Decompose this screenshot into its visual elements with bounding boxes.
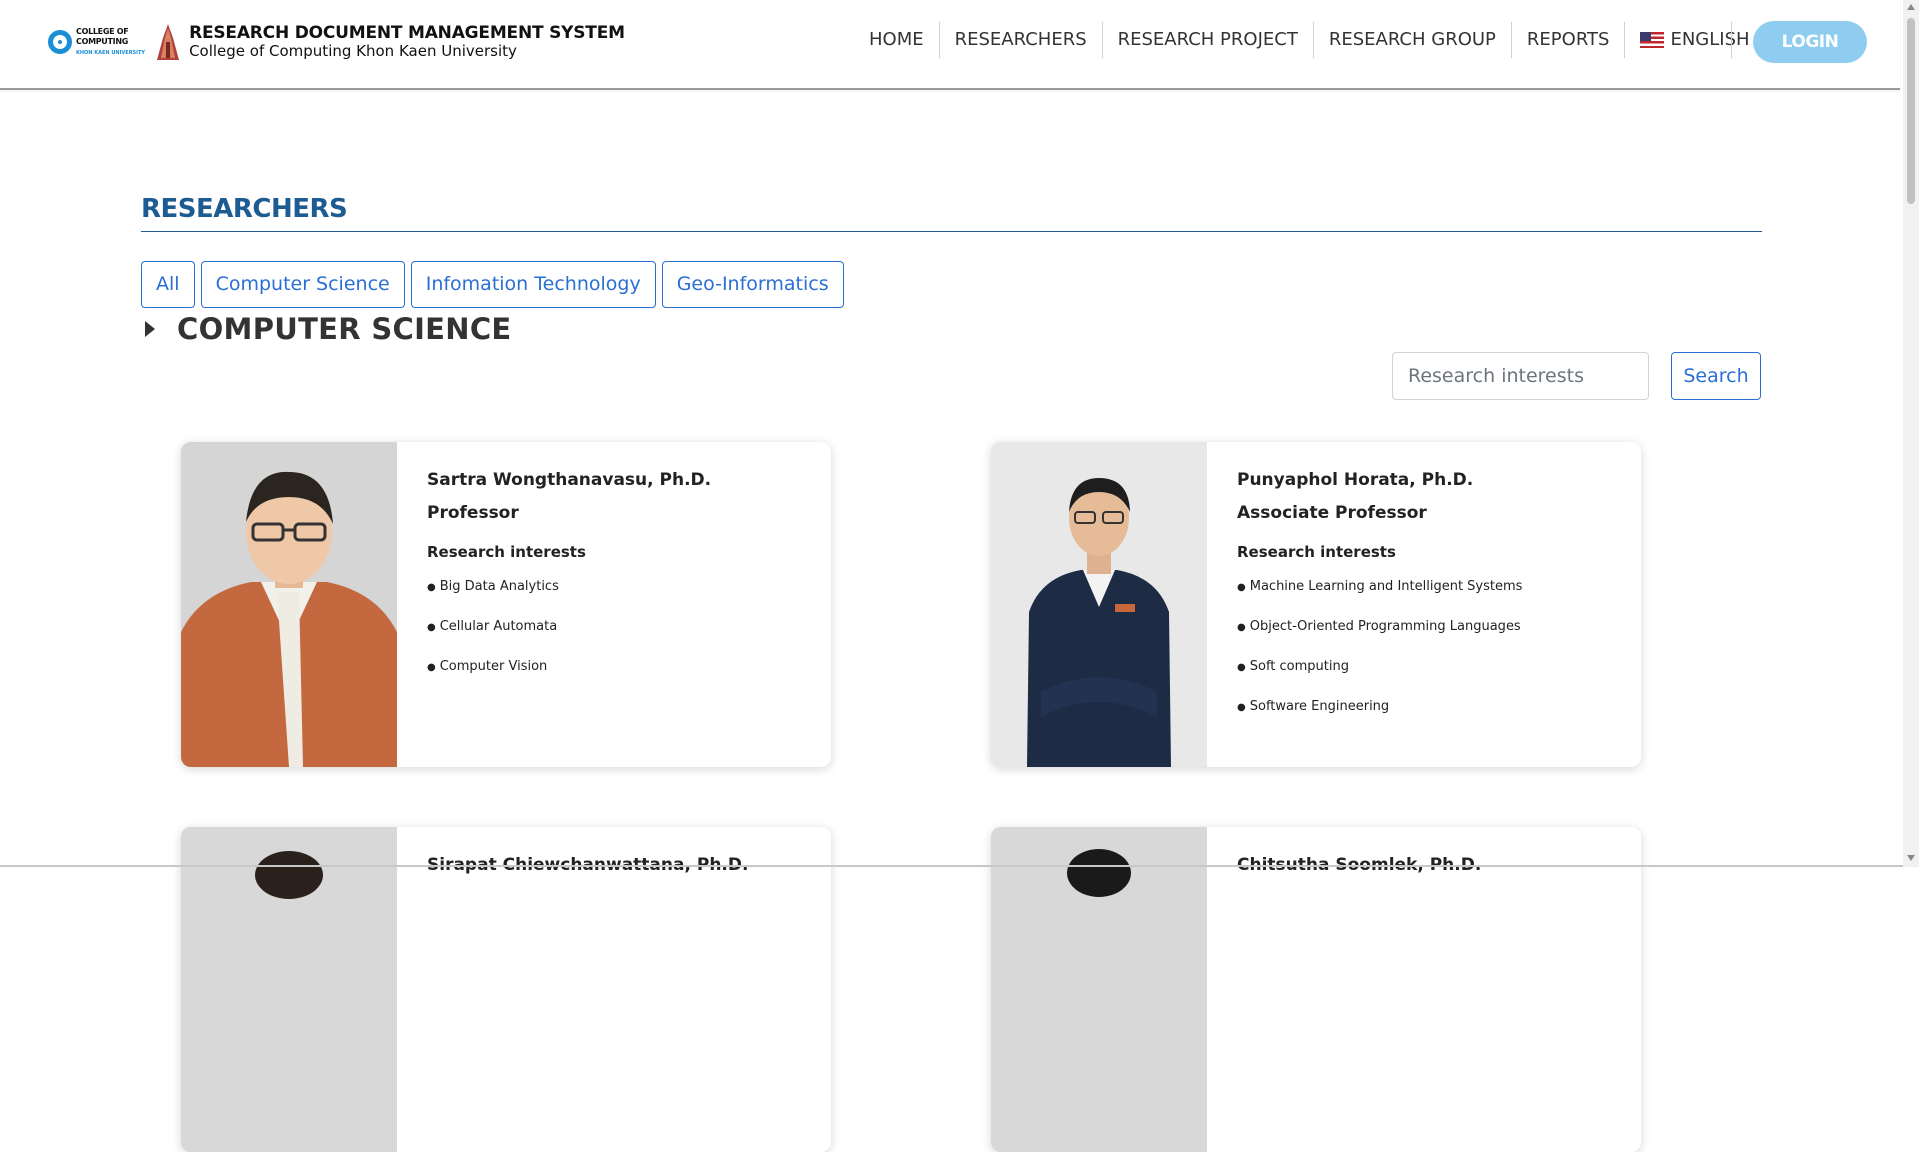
college-logo-line2: KHON KAEN UNIVERSITY <box>76 49 146 56</box>
nav-home[interactable]: HOME <box>854 22 940 58</box>
researcher-name: Punyaphol Horata, Ph.D. <box>1237 470 1474 490</box>
researcher-card[interactable]: Sartra Wongthanavasu, Ph.D. Professor Re… <box>181 442 831 767</box>
research-interests-title: Research interests <box>1237 543 1396 561</box>
cc-ring-icon <box>48 30 72 54</box>
nav-researchers[interactable]: RESEARCHERS <box>940 22 1103 58</box>
title-divider <box>141 231 1762 232</box>
research-interest-item: Cellular Automata <box>427 618 811 658</box>
researcher-photo <box>181 827 397 1152</box>
group-toggle[interactable]: COMPUTER SCIENCE <box>145 312 512 346</box>
research-interest-item: Software Engineering <box>1237 698 1621 738</box>
vertical-scrollbar[interactable] <box>1903 0 1919 867</box>
research-interest-item: Computer Vision <box>427 658 811 698</box>
caret-right-icon <box>145 321 155 337</box>
researcher-position: Associate Professor <box>1237 503 1427 523</box>
research-interest-item: Big Data Analytics <box>427 578 811 618</box>
researcher-photo-image <box>181 442 397 767</box>
researcher-name: Sartra Wongthanavasu, Ph.D. <box>427 470 712 490</box>
scroll-down-arrow-icon[interactable] <box>1907 855 1915 861</box>
us-flag-icon <box>1640 32 1665 48</box>
site-title: RESEARCH DOCUMENT MANAGEMENT SYSTEM <box>189 23 625 43</box>
research-interests-title: Research interests <box>427 543 586 561</box>
researcher-photo-image <box>991 827 1207 1152</box>
site-subtitle: College of Computing Khon Kaen Universit… <box>189 42 517 60</box>
researcher-position: Professor <box>427 503 519 523</box>
research-interests-search-input[interactable] <box>1392 352 1649 400</box>
filter-geo-informatics[interactable]: Geo-Informatics <box>661 261 844 308</box>
researcher-photo-image <box>181 827 397 1152</box>
nav-research-project[interactable]: RESEARCH PROJECT <box>1103 22 1314 58</box>
scroll-up-arrow-icon[interactable] <box>1907 4 1915 10</box>
nav-reports[interactable]: REPORTS <box>1512 22 1626 58</box>
researcher-photo <box>181 442 397 767</box>
research-interests-list: Big Data Analytics Cellular Automata Com… <box>427 578 811 698</box>
nav-research-group[interactable]: RESEARCH GROUP <box>1314 22 1512 58</box>
filter-all[interactable]: All <box>141 261 195 308</box>
researcher-photo <box>991 827 1207 1152</box>
research-interest-item: Soft computing <box>1237 658 1621 698</box>
category-filters: All Computer Science Infomation Technolo… <box>141 261 850 308</box>
college-logo-line1: COLLEGE OF COMPUTING <box>76 26 129 46</box>
researcher-photo-image <box>991 442 1207 767</box>
nav-divider <box>1731 22 1732 58</box>
page-title: RESEARCHERS <box>141 194 348 224</box>
filter-computer-science[interactable]: Computer Science <box>200 261 405 308</box>
researcher-card[interactable]: Punyaphol Horata, Ph.D. Associate Profes… <box>991 442 1641 767</box>
researcher-card[interactable]: Sirapat Chiewchanwattana, Ph.D. <box>181 827 831 1152</box>
research-interest-item: Machine Learning and Intelligent Systems <box>1237 578 1621 618</box>
brand[interactable]: COLLEGE OF COMPUTING KHON KAEN UNIVERSIT… <box>48 20 625 64</box>
filter-information-technology[interactable]: Infomation Technology <box>410 261 656 308</box>
researcher-card[interactable]: Chitsutha Soomlek, Ph.D. <box>991 827 1641 1152</box>
scrollbar-thumb[interactable] <box>1907 18 1915 204</box>
college-of-computing-logo: COLLEGE OF COMPUTING KHON KAEN UNIVERSIT… <box>48 27 145 58</box>
group-title: COMPUTER SCIENCE <box>177 312 512 346</box>
research-interest-item: Object-Oriented Programming Languages <box>1237 618 1621 658</box>
main-nav: HOME RESEARCHERS RESEARCH PROJECT RESEAR… <box>854 22 1785 58</box>
search-button[interactable]: Search <box>1671 352 1761 400</box>
login-button[interactable]: LOGIN <box>1753 21 1867 63</box>
top-navbar: COLLEGE OF COMPUTING KHON KAEN UNIVERSIT… <box>0 0 1900 90</box>
kku-logo-icon <box>157 24 180 60</box>
researcher-photo <box>991 442 1207 767</box>
research-interests-list: Machine Learning and Intelligent Systems… <box>1237 578 1621 738</box>
language-label: ENGLISH <box>1670 29 1750 50</box>
